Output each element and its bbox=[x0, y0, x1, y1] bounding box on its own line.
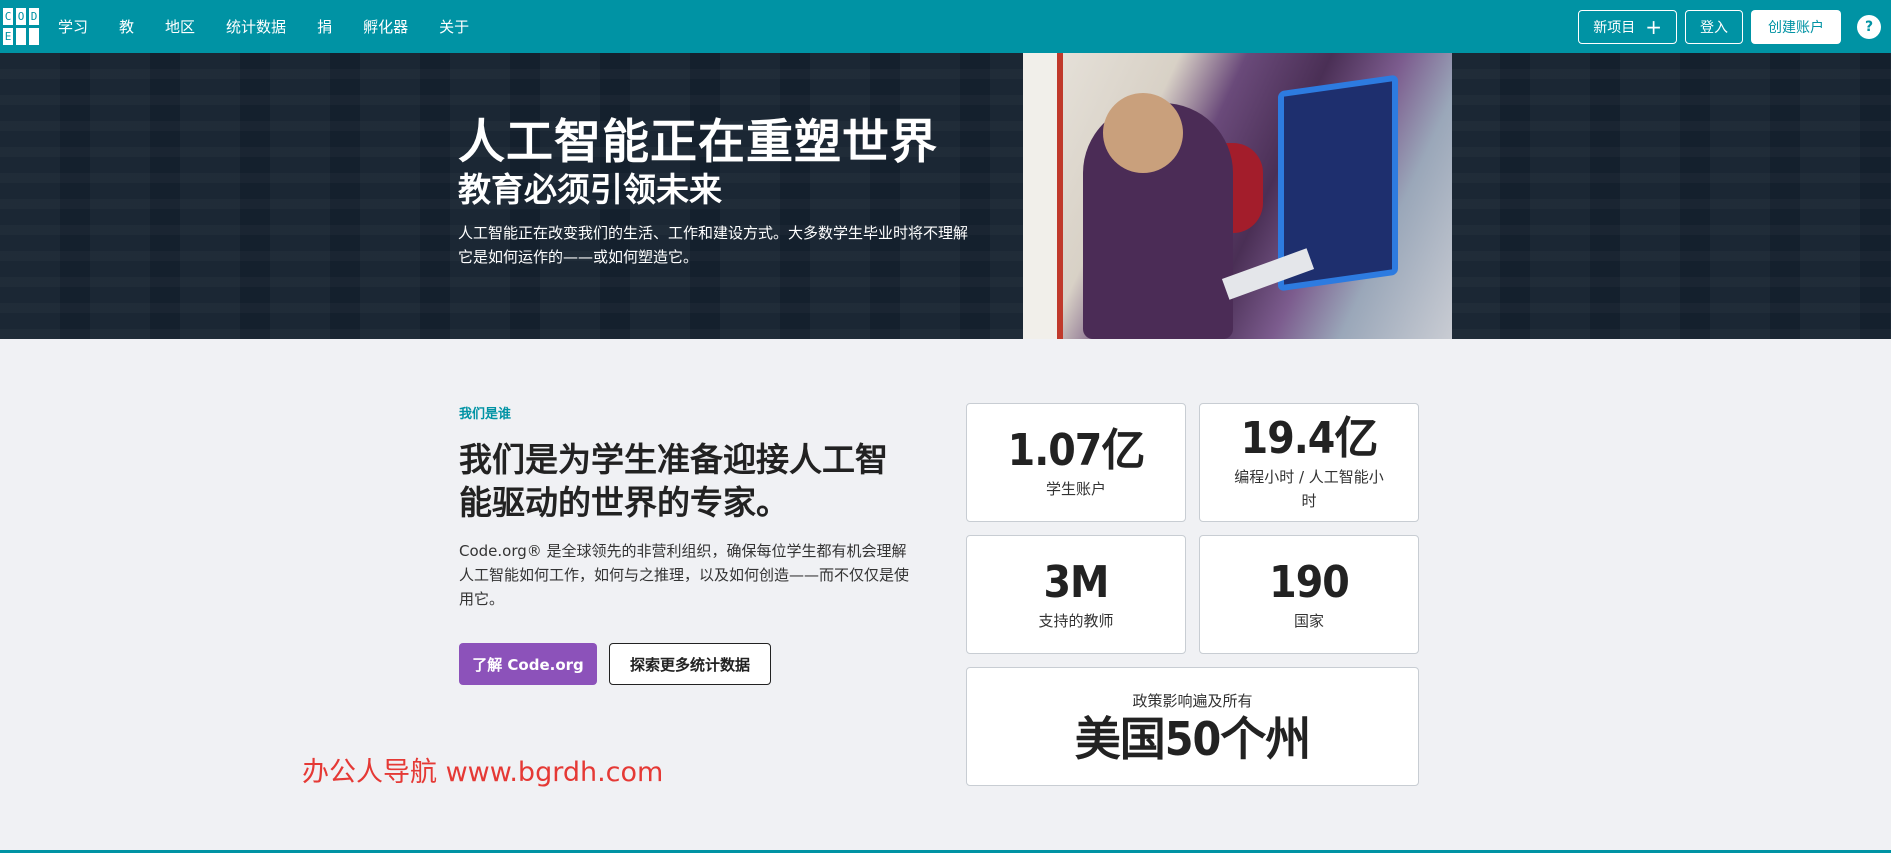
stat-label: 政策影响遍及所有 bbox=[1132, 691, 1253, 710]
stat-number: 19.4亿 bbox=[1240, 412, 1379, 464]
nav-item-learn[interactable]: 学习 bbox=[58, 16, 88, 37]
stat-card-students: 1.07亿 学生账户 bbox=[966, 403, 1186, 522]
logo-letter bbox=[15, 27, 27, 46]
section-description: Code.org® 是全球领先的非营利组织，确保每位学生都有机会理解人工智能如何… bbox=[459, 542, 910, 608]
hero-description: 人工智能正在改变我们的生活、工作和建设方式。大多数学生毕业时将不理解它是如何运作… bbox=[458, 224, 969, 266]
help-icon[interactable]: ? bbox=[1857, 14, 1881, 39]
nav-actions: 新项目 + 登入 创建账户 ? bbox=[1578, 0, 1881, 53]
logo-letter: E bbox=[2, 27, 14, 46]
stat-card-countries: 190 国家 bbox=[1199, 535, 1419, 654]
sign-in-button[interactable]: 登入 bbox=[1685, 9, 1743, 44]
stat-label: 学生账户 bbox=[1045, 479, 1106, 498]
section-title: 我们是为学生准备迎接人工智能驱动的世界的专家。 bbox=[459, 440, 888, 522]
nav-item-stats[interactable]: 统计数据 bbox=[226, 16, 286, 37]
code-org-logo[interactable]: C O D E bbox=[2, 7, 40, 47]
photo-whiteboard bbox=[1023, 53, 1063, 339]
plus-icon: + bbox=[1645, 14, 1662, 39]
hero-subtitle: 教育必须引领未来 bbox=[458, 170, 722, 209]
nav-item-teach[interactable]: 教 bbox=[119, 16, 134, 37]
stat-card-hours: 19.4亿 编程小时 / 人工智能小时 bbox=[1199, 403, 1419, 522]
photo-student-head bbox=[1103, 93, 1183, 173]
stat-label: 支持的教师 bbox=[1038, 611, 1114, 630]
learn-about-code-button[interactable]: 了解 Code.org bbox=[459, 643, 597, 685]
new-project-label: 新项目 bbox=[1593, 19, 1636, 36]
stat-number: 190 bbox=[1269, 556, 1350, 608]
stat-number: 美国50个州 bbox=[1074, 711, 1312, 766]
stat-label: 国家 bbox=[1293, 611, 1324, 630]
logo-letter: D bbox=[28, 7, 40, 26]
stat-number: 1.07亿 bbox=[1007, 424, 1146, 476]
create-account-button[interactable]: 创建账户 bbox=[1751, 9, 1841, 44]
logo-letter: C bbox=[2, 7, 14, 26]
hero-background-pattern bbox=[0, 53, 1891, 339]
hero-photo-students-at-computers bbox=[1023, 53, 1452, 339]
stat-card-teachers: 3M 支持的教师 bbox=[966, 535, 1186, 654]
logo-letter: O bbox=[15, 7, 27, 26]
watermark-text: 办公人导航 www.bgrdh.com bbox=[302, 757, 664, 788]
logo-letter bbox=[28, 27, 40, 46]
stat-label: 编程小时 / 人工智能小时 bbox=[1234, 467, 1384, 510]
nav-item-about[interactable]: 关于 bbox=[439, 16, 469, 37]
main-nav: 学习 教 地区 统计数据 捐 孵化器 关于 bbox=[58, 0, 500, 53]
explore-stats-button[interactable]: 探索更多统计数据 bbox=[609, 643, 771, 685]
nav-item-donate[interactable]: 捐 bbox=[317, 16, 332, 37]
hero-title: 人工智能正在重塑世界 bbox=[458, 115, 938, 170]
top-navigation-bar: C O D E 学习 教 地区 统计数据 捐 孵化器 关于 新项目 + 登入 创… bbox=[0, 0, 1891, 53]
hero-banner: 人工智能正在重塑世界 教育必须引领未来 人工智能正在改变我们的生活、工作和建设方… bbox=[0, 53, 1891, 339]
nav-item-districts[interactable]: 地区 bbox=[165, 16, 195, 37]
stat-number: 3M bbox=[1043, 556, 1110, 608]
new-project-button[interactable]: 新项目 + bbox=[1578, 9, 1677, 44]
stat-card-policy: 政策影响遍及所有 美国50个州 bbox=[966, 667, 1419, 786]
section-eyebrow: 我们是谁 bbox=[459, 407, 512, 422]
nav-item-incubator[interactable]: 孵化器 bbox=[363, 16, 408, 37]
